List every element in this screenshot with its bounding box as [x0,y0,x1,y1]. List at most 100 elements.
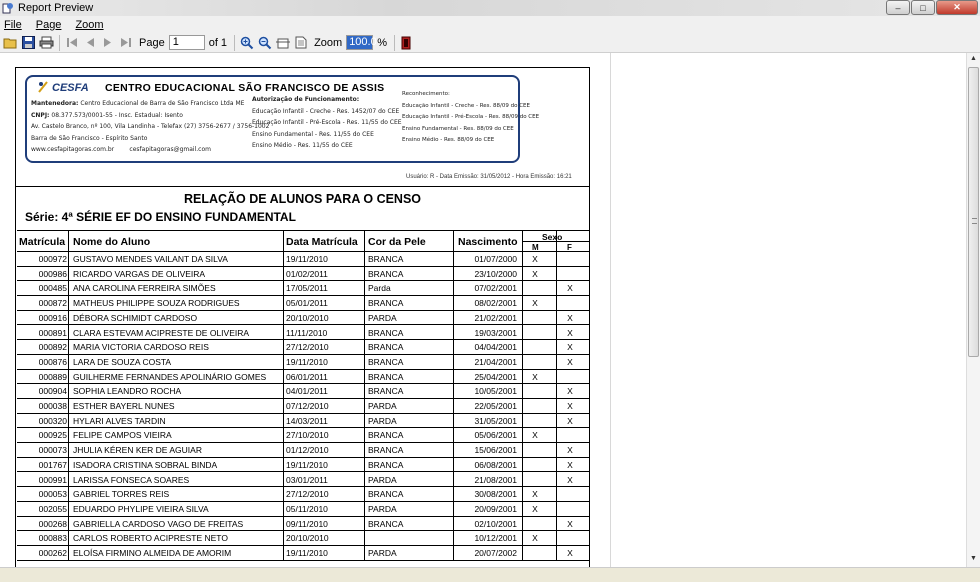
toolbar-separator [393,34,395,51]
scroll-up-icon[interactable]: ▲ [970,55,977,62]
zoom-in-icon [240,36,253,49]
cell-nome: LARA DE SOUZA COSTA [73,356,172,367]
cell-cor: BRANCA [368,268,404,279]
cell-nascimento: 31/05/2001 [474,415,517,426]
cell-nascimento: 15/06/2001 [474,445,517,456]
zoom-in-button[interactable] [238,35,255,51]
whole-page-button[interactable] [292,35,309,51]
table-row: 000891 CLARA ESTEVAM ACIPRESTE DE OLIVEIR… [17,326,589,341]
autorizacao-item: Ensino Médio - Res. 11/55 do CEE [252,142,353,149]
cell-matricula: 000904 [38,386,67,397]
print-button[interactable] [38,35,55,51]
window-title: Report Preview [18,2,94,14]
cell-nome: GABRIELLA CARDOSO VAGO DE FREITAS [73,518,244,529]
menu-page[interactable]: Page [36,19,62,31]
cell-data-matricula: 19/11/2010 [286,459,328,470]
table-row: 002055 EDUARDO PHYLIPE VIEIRA SILVA 05/11/… [17,502,589,517]
cell-nascimento: 25/04/2001 [474,371,517,382]
cell-nome: GABRIEL TORRES REIS [73,489,170,500]
open-button[interactable] [2,35,19,51]
autorizacao-block: Autorização de Funcionamento: Educação I… [252,94,402,152]
col-cor: Cor da Pele [368,236,426,248]
cell-nome: JHULIA KÉREN KER DE AGUIAR [73,445,202,456]
vertical-scrollbar[interactable]: ▲ ▼ [966,53,980,567]
minimize-button[interactable]: – [886,0,910,15]
cell-cor: PARDA [368,474,397,485]
page-width-button[interactable] [274,35,291,51]
cell-nascimento: 19/03/2001 [474,327,517,338]
next-page-button[interactable] [99,35,116,51]
toolbar-separator [234,34,236,51]
cell-nascimento: 06/08/2001 [474,459,517,470]
previous-page-button[interactable] [81,35,98,51]
table-row: 000925 FELIPE CAMPOS VIEIRA 27/10/2010 BRAN… [17,428,589,444]
cell-nascimento: 23/10/2000 [474,268,517,279]
cell-sexo-f: X [567,356,573,367]
cell-nascimento: 01/07/2000 [474,254,517,264]
cell-cor: PARDA [368,401,397,411]
cell-matricula: 000916 [38,312,67,323]
column-divider [556,230,557,561]
cell-sexo-f: X [567,401,573,411]
page-width-icon [275,38,290,49]
menu-zoom[interactable]: Zoom [75,19,103,31]
reconhecimento-block: Reconhecimento: Educação Infantil - Crec… [402,89,539,147]
first-page-icon [66,38,77,47]
cell-data-matricula: 19/11/2010 [286,356,328,367]
school-city: Barra de São Francisco - Espírito Santo [31,134,148,142]
cell-nascimento: 10/12/2001 [474,533,517,544]
column-divider [283,230,284,561]
cell-nascimento: 21/08/2001 [474,474,517,485]
first-page-button[interactable] [63,35,80,51]
cell-matricula: 000986 [38,268,67,279]
printer-icon [39,36,54,49]
cell-data-matricula: 27/12/2010 [286,342,329,353]
last-page-button[interactable] [117,35,134,51]
cell-nascimento: 20/09/2001 [474,503,517,514]
maximize-button[interactable]: □ [911,0,935,15]
cell-sexo-f: X [567,283,573,294]
table-row: 000872 MATHEUS PHILIPPE SOUZA RODRIGUES 05… [17,296,589,311]
cell-matricula: 000038 [38,401,67,411]
zoom-input[interactable]: 100.0 [346,35,377,50]
cell-data-matricula: 06/01/2011 [286,371,328,382]
cell-sexo-f: X [567,342,573,353]
cell-cor: PARDA [368,548,397,558]
cell-sexo-f: X [567,445,573,456]
cell-cor: BRANCA [368,371,404,382]
table-row: 000320 HYLARI ALVES TARDIN 14/03/2011 PARDA… [17,414,589,429]
preview-area[interactable]: CESFA CENTRO EDUCACIONAL SÃO FRANCISCO D… [0,53,966,567]
table-row: 000986 RICARDO VARGAS DE OLIVEIRA 01/02/20… [17,267,589,282]
cell-cor: PARDA [368,415,397,426]
scroll-down-icon[interactable]: ▼ [970,555,977,562]
save-button[interactable] [20,35,37,51]
autorizacao-item: Ensino Fundamental - Res. 11/55 do CEE [252,130,374,138]
table-row: 000892 MARIA VICTORIA CARDOSO REIS 27/12/2… [17,340,589,355]
cell-data-matricula: 04/01/2011 [286,386,328,397]
cell-matricula: 000889 [38,371,67,382]
exit-button[interactable] [398,35,415,51]
cell-cor: PARDA [368,312,397,323]
table-row: 000053 GABRIEL TORRES REIS 27/12/2010 BRANC… [17,487,589,502]
cell-nome: MATHEUS PHILIPPE SOUZA RODRIGUES [73,298,240,309]
close-button[interactable]: ✕ [936,0,978,15]
cell-nome: MARIA VICTORIA CARDOSO REIS [73,342,209,353]
status-strip [0,567,980,582]
zoom-out-button[interactable] [256,35,273,51]
cell-nascimento: 05/06/2001 [474,430,517,441]
title-bar: Report Preview – □ ✕ [0,0,980,16]
cnpj-label: CNPJ: [31,111,50,119]
cell-matricula: 000883 [38,533,67,544]
cell-sexo-f: X [567,312,573,323]
cell-nascimento: 21/02/2001 [474,312,517,323]
menu-file[interactable]: File [4,19,22,31]
report-title: RELAÇÃO DE ALUNOS PARA O CENSO [183,192,422,206]
cell-nascimento: 10/05/2001 [474,386,517,397]
cell-cor: BRANCA [368,489,404,500]
page-number-input[interactable]: 1 [168,35,205,50]
scroll-thumb[interactable] [968,67,979,357]
cell-sexo-m: X [532,533,538,544]
reconhecimento-title: Reconhecimento: [402,91,450,97]
school-site: www.cesfapitagoras.com.br [31,146,115,153]
cell-nome: RICARDO VARGAS DE OLIVEIRA [73,268,206,279]
